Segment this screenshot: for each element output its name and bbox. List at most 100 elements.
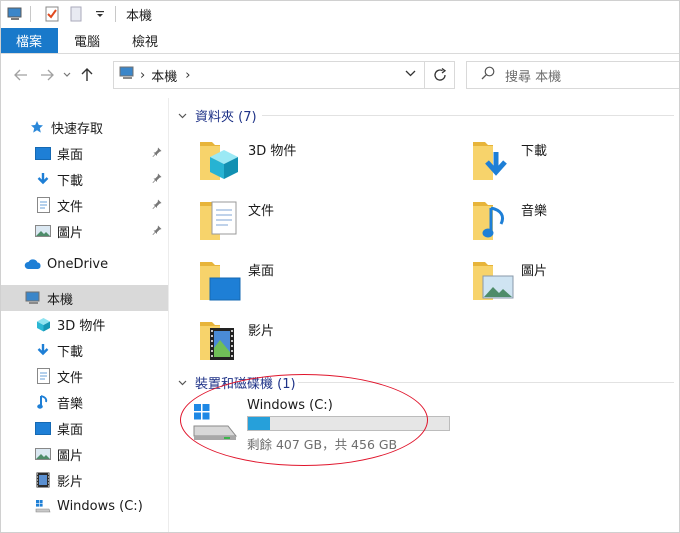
sidebar-item-3d-objects[interactable]: 3D 物件 (0, 311, 168, 337)
address-history-dropdown[interactable] (405, 66, 416, 80)
customize-toolbar-icon[interactable] (91, 5, 109, 23)
sidebar-item-label: 桌面 (57, 147, 84, 163)
arrow-right-icon (41, 69, 54, 81)
up-button[interactable] (74, 62, 100, 88)
properties-icon[interactable] (43, 5, 61, 23)
drive-name: Windows (C:) (247, 398, 333, 413)
folder-video-icon (198, 314, 244, 366)
desktop-icon (34, 144, 52, 162)
folder-label: 桌面 (248, 264, 275, 279)
group-divider (298, 382, 674, 383)
sidebar-item-desktop[interactable]: 桌面 (0, 140, 168, 166)
sidebar-item-label: Windows (C:) (57, 498, 143, 514)
folder-documents[interactable]: 文件 (198, 194, 274, 246)
search-input[interactable]: 搜尋 本機 (505, 66, 561, 85)
folder-download-icon (471, 134, 517, 186)
sidebar-item-desktop-pc[interactable]: 桌面 (0, 415, 168, 441)
search-icon (481, 66, 495, 84)
tab-view[interactable]: 檢視 (116, 28, 174, 53)
search-box[interactable]: 搜尋 本機 (466, 61, 680, 89)
sidebar-item-label: 音樂 (57, 396, 84, 412)
chevron-down-icon (405, 70, 416, 77)
sidebar-item-downloads[interactable]: 下載 (0, 166, 168, 192)
folder-3d-objects[interactable]: 3D 物件 (198, 134, 296, 186)
picture-icon (34, 222, 52, 240)
refresh-icon (433, 68, 446, 81)
folder-pictures[interactable]: 圖片 (471, 254, 547, 306)
drive-windows-c[interactable]: Windows (C:) 剩餘 407 GB，共 456 GB (190, 396, 460, 452)
folder-videos[interactable]: 影片 (198, 314, 274, 366)
folders-group-title: 資料夾 (7) (195, 110, 257, 125)
sidebar-item-quick-access[interactable]: 快速存取 (0, 114, 168, 140)
sidebar-item-documents-pc[interactable]: 文件 (0, 363, 168, 389)
title-bar: 本機 (0, 0, 680, 28)
folder-downloads[interactable]: 下載 (471, 134, 547, 186)
cloud-icon (24, 255, 42, 273)
sidebar-item-label: 3D 物件 (57, 318, 106, 334)
drive-usage-bar (247, 416, 450, 431)
ribbon-tabs: 檔案 電腦 檢視 (0, 28, 680, 54)
music-icon (34, 393, 52, 411)
pin-icon[interactable] (152, 198, 162, 213)
sidebar-item-this-pc[interactable]: 本機 (0, 285, 168, 311)
video-icon (34, 471, 52, 489)
new-folder-icon[interactable] (67, 5, 85, 23)
computer-icon (6, 5, 24, 23)
window-title: 本機 (126, 8, 153, 24)
sidebar-item-downloads-pc[interactable]: 下載 (0, 337, 168, 363)
sidebar-item-documents[interactable]: 文件 (0, 192, 168, 218)
arrow-up-icon (81, 68, 93, 81)
tab-computer[interactable]: 電腦 (58, 28, 116, 53)
sidebar-item-label: 快速存取 (51, 121, 104, 137)
quick-access-toolbar (0, 0, 122, 28)
group-divider (262, 115, 674, 116)
folder-music[interactable]: 音樂 (471, 194, 547, 246)
back-button[interactable] (8, 62, 34, 88)
pin-icon[interactable] (152, 224, 162, 239)
chevron-down-icon (63, 72, 71, 77)
document-icon (34, 367, 52, 385)
sidebar-item-music[interactable]: 音樂 (0, 389, 168, 415)
folders-group-header[interactable]: 資料夾 (7) (178, 106, 257, 125)
pane-divider[interactable] (168, 98, 169, 533)
chevron-down-icon (178, 376, 187, 389)
tab-file[interactable]: 檔案 (0, 28, 58, 53)
sidebar-item-onedrive[interactable]: OneDrive (0, 251, 168, 277)
toolbar-separator (30, 6, 31, 22)
desktop-icon (34, 419, 52, 437)
folder-picture-icon (471, 254, 517, 306)
recent-locations-button[interactable] (60, 62, 74, 88)
arrow-left-icon (14, 69, 27, 81)
drive-icon (34, 497, 52, 515)
folder-label: 圖片 (521, 264, 548, 279)
navigation-bar: › 本機 › 搜尋 本機 (0, 55, 680, 95)
cube-icon (34, 315, 52, 333)
folder-3d-icon (198, 134, 244, 186)
sidebar-item-label: 下載 (57, 173, 84, 189)
download-icon (34, 341, 52, 359)
drive-usage-fill (248, 417, 270, 430)
sidebar-item-videos[interactable]: 影片 (0, 467, 168, 493)
sidebar-item-pictures[interactable]: 圖片 (0, 218, 168, 244)
address-bar[interactable]: › 本機 › (113, 61, 425, 89)
chevron-down-icon (178, 109, 187, 122)
sidebar-item-label: 圖片 (57, 448, 84, 464)
folder-document-icon (198, 194, 244, 246)
drive-icon (193, 404, 238, 440)
sidebar-item-label: 文件 (57, 199, 84, 215)
sidebar-item-pictures-pc[interactable]: 圖片 (0, 441, 168, 467)
breadcrumb-computer[interactable]: 本機 (151, 66, 177, 85)
forward-button[interactable] (34, 62, 60, 88)
folder-label: 下載 (521, 144, 548, 159)
pin-icon[interactable] (152, 146, 162, 161)
pin-icon[interactable] (152, 172, 162, 187)
folder-label: 3D 物件 (248, 144, 297, 159)
breadcrumb-separator-icon[interactable]: › (185, 68, 190, 83)
drives-group-header[interactable]: 裝置和磁碟機 (1) (178, 373, 296, 392)
sidebar-item-label: 圖片 (57, 225, 84, 241)
breadcrumb-separator-icon[interactable]: › (140, 68, 145, 83)
refresh-button[interactable] (425, 61, 455, 89)
sidebar-item-windows-c[interactable]: Windows (C:) (0, 493, 168, 519)
folder-desktop[interactable]: 桌面 (198, 254, 274, 306)
folder-label: 文件 (248, 204, 275, 219)
